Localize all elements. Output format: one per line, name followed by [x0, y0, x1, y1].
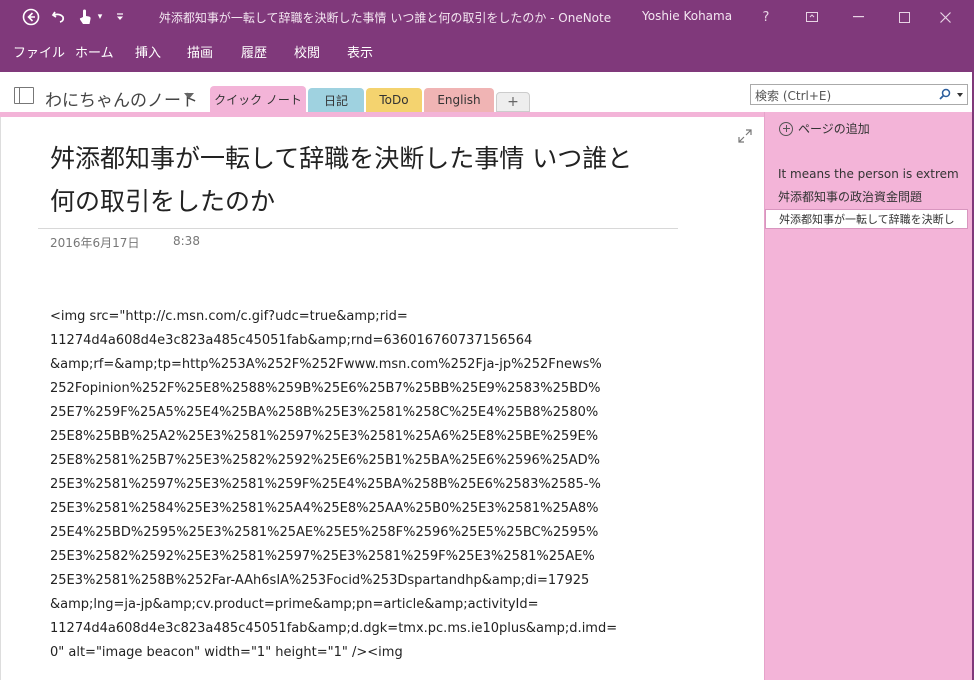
- tab-file[interactable]: ファイル: [13, 42, 65, 61]
- note-body-line: 11274d4a608d4e3c823a485c45051fab&amp;rnd…: [50, 333, 533, 348]
- minimize-button[interactable]: [841, 0, 875, 34]
- title-divider: [38, 228, 678, 229]
- note-body-line: <img src="http://c.msn.com/c.gif?udc=tru…: [50, 309, 408, 324]
- ribbon-tabs: ファイル ホーム 挿入 描画 履歴 校閲 表示: [0, 34, 974, 72]
- tab-home[interactable]: ホーム: [75, 42, 114, 61]
- add-page-button[interactable]: ページの追加: [779, 120, 870, 137]
- page-list-item[interactable]: 舛添都知事の政治資金問題: [778, 187, 968, 207]
- add-section-button[interactable]: +: [496, 92, 530, 112]
- title-bar: ▾ 舛添都知事が一転して辞職を決断した事情 いつ誰と何の取引をしたのか - On…: [0, 0, 974, 34]
- note-body-line: 11274d4a608d4e3c823a485c45051fab&amp;d.d…: [50, 621, 618, 636]
- notebook-icon[interactable]: [14, 87, 34, 104]
- help-button[interactable]: ?: [749, 0, 783, 34]
- maximize-button[interactable]: [887, 0, 921, 34]
- notebook-dropdown-icon[interactable]: [184, 93, 194, 99]
- add-page-icon: [779, 121, 793, 136]
- user-name[interactable]: Yoshie Kohama: [642, 9, 732, 23]
- page-canvas[interactable]: 舛添都知事が一転して辞職を決断した事情 いつ誰と 何の取引をしたのか 2016年…: [0, 117, 764, 680]
- note-body-line: 252Fopinion%252F%25E8%2588%259B%25E6%25B…: [50, 381, 601, 396]
- tab-draw[interactable]: 描画: [187, 42, 213, 61]
- search-box[interactable]: 検索 (Ctrl+E): [750, 84, 968, 105]
- add-page-label: ページの追加: [798, 122, 870, 136]
- note-body-line: 25E8%25BB%25A2%25E3%2581%2597%25E3%2581%…: [50, 429, 599, 444]
- note-body-line: &amp;lng=ja-jp&amp;cv.product=prime&amp;…: [50, 597, 539, 612]
- tab-insert[interactable]: 挿入: [135, 42, 161, 61]
- note-body-line: &amp;rf=&amp;tp=http%253A%252F%252Fwww.m…: [50, 357, 602, 372]
- note-body-line: 0" alt="image beacon" width="1" height="…: [50, 645, 403, 660]
- page-list-item-selected[interactable]: 舛添都知事が一転して辞職を決断し: [765, 209, 968, 229]
- note-body-line: 25E3%2581%258B%252Far-AAh6sIA%253Focid%2…: [50, 573, 590, 588]
- section-tab-english[interactable]: English: [424, 88, 494, 112]
- tab-review[interactable]: 校閲: [294, 42, 320, 61]
- search-placeholder: 検索 (Ctrl+E): [755, 89, 832, 103]
- notebook-name[interactable]: わにちゃんのノート: [45, 86, 198, 111]
- section-tab-diary[interactable]: 日記: [308, 88, 364, 112]
- page-title[interactable]: 舛添都知事が一転して辞職を決断した事情 いつ誰と 何の取引をしたのか: [50, 137, 690, 223]
- note-body-line: 25E3%2582%2592%25E3%2581%2597%25E3%2581%…: [50, 549, 595, 564]
- search-icon[interactable]: [939, 88, 951, 100]
- note-body[interactable]: <img src="http://c.msn.com/c.gif?udc=tru…: [50, 305, 690, 665]
- note-body-line: 25E3%2581%2584%25E3%2581%25A4%25E8%25AA%…: [50, 501, 599, 516]
- tab-history[interactable]: 履歴: [241, 42, 267, 61]
- page-list-item[interactable]: It means the person is extrem: [778, 164, 968, 184]
- section-tab-quick-notes[interactable]: クイック ノート: [210, 86, 306, 112]
- page-time: 8:38: [173, 234, 200, 248]
- page-title-line-2: 何の取引をしたのか: [50, 187, 276, 216]
- close-button[interactable]: [928, 0, 962, 34]
- page-date: 2016年6月17日: [50, 236, 140, 250]
- pages-panel: ページの追加 It means the person is extrem 舛添都…: [764, 112, 974, 680]
- expand-page-icon[interactable]: [738, 129, 752, 143]
- page-title-line-1: 舛添都知事が一転して辞職を決断した事情 いつ誰と: [50, 144, 633, 173]
- note-body-line: 25E3%2581%2597%25E3%2581%259F%25E4%25BA%…: [50, 477, 601, 492]
- section-tab-todo[interactable]: ToDo: [366, 88, 422, 112]
- search-scope-dropdown-icon[interactable]: [957, 93, 963, 97]
- note-body-line: 25E7%259F%25A5%25E4%25BA%258B%25E3%2581%…: [50, 405, 599, 420]
- note-body-line: 25E8%2581%25B7%25E3%2582%2592%25E6%25B1%…: [50, 453, 600, 468]
- ribbon-display-options-button[interactable]: [795, 0, 829, 34]
- tab-view[interactable]: 表示: [347, 42, 373, 61]
- note-body-line: 25E4%25BD%2595%25E3%2581%25AE%25E5%258F%…: [50, 525, 599, 540]
